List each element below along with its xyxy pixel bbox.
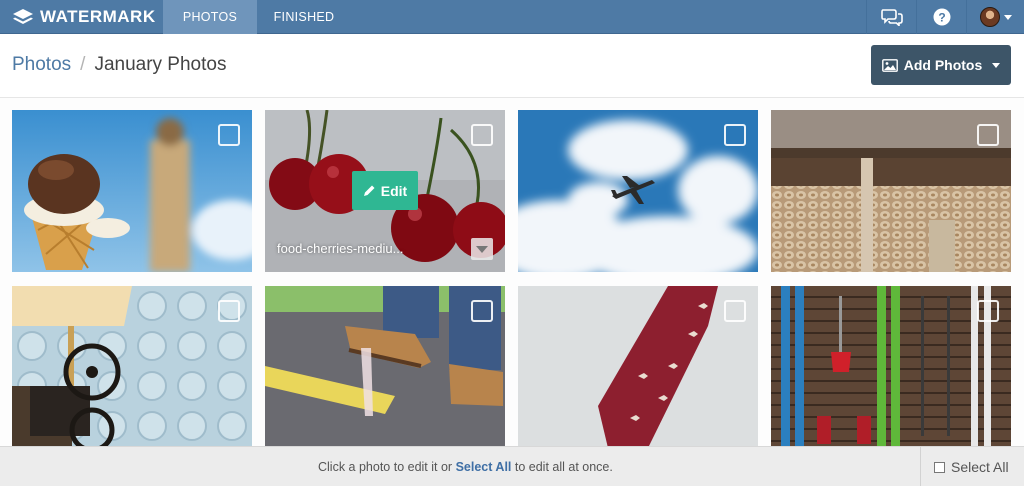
help-icon: ? [933,8,950,26]
edit-button[interactable]: Edit [352,171,418,210]
photo-options-dropdown[interactable] [471,238,493,260]
tab-photos[interactable]: PHOTOS [163,0,257,34]
photo-filename: food-cherries-mediu... [277,241,404,256]
photo-tile-shoe[interactable] [265,286,505,448]
brand-name: WATERMARK [40,7,156,26]
breadcrumb-separator: / [80,54,86,75]
photo-shoe-image [265,286,505,448]
chat-bubbles-icon [880,9,903,26]
help-button[interactable]: ? [916,0,966,34]
photo-projector-image [12,286,252,448]
select-all-link[interactable]: Select All [456,460,512,474]
select-checkbox[interactable] [977,300,999,322]
hint-text-after: to edit all at once. [511,460,613,474]
brand-logo[interactable]: WATERMARK [12,0,156,34]
breadcrumb-photos-link[interactable]: Photos [12,54,71,76]
photo-firewood-image [771,110,1011,272]
select-checkbox[interactable] [218,300,240,322]
svg-text:?: ? [938,11,945,25]
photo-grid: Edit food-cherries-mediu... [0,98,1024,448]
select-checkbox[interactable] [724,124,746,146]
tab-finished[interactable]: FINISHED [257,0,351,34]
photo-tile-projector[interactable] [12,286,252,448]
select-checkbox[interactable] [471,300,493,322]
hint-text-before: Click a photo to edit it or [318,460,456,474]
user-menu[interactable] [966,0,1024,34]
page-title: January Photos [94,54,227,75]
chevron-down-icon [1003,14,1012,20]
add-photos-label: Add Photos [903,57,983,73]
chevron-down-icon [476,245,488,253]
select-checkbox[interactable] [724,300,746,322]
page-header: Photos / January Photos Add Photos [0,34,1024,98]
photo-ice-cream-image [12,110,252,272]
messages-button[interactable] [866,0,916,34]
status-bar: Click a photo to edit it or Select All t… [0,446,1024,486]
photo-necktie-image [518,286,758,448]
top-navbar: WATERMARK PHOTOS FINISHED ? [0,0,1024,34]
select-checkbox[interactable] [977,124,999,146]
layers-logo-icon [13,9,33,24]
select-checkbox[interactable] [218,124,240,146]
select-all-toggle[interactable]: Select All [934,459,1009,475]
photo-tile-necktie[interactable] [518,286,758,448]
add-photos-button[interactable]: Add Photos [871,45,1011,85]
photo-tile-skis[interactable] [771,286,1011,448]
photo-tile-airplane[interactable] [518,110,758,272]
chevron-down-icon [992,62,1001,68]
photo-tile-ice-cream[interactable] [12,110,252,272]
select-all-checkbox[interactable] [934,461,945,473]
select-all-label: Select All [951,459,1009,475]
pencil-icon [363,185,375,196]
select-checkbox[interactable] [471,124,493,146]
instruction-text: Click a photo to edit it or Select All t… [318,460,613,474]
photo-airplane-image [518,110,758,272]
photo-tile-cherries[interactable]: Edit food-cherries-mediu... [265,110,505,272]
edit-label: Edit [380,182,408,199]
image-icon [881,58,898,72]
avatar [979,7,1000,27]
photo-skis-image [771,286,1011,448]
breadcrumb: Photos / January Photos [12,54,226,76]
divider [920,447,921,486]
photo-tile-firewood[interactable] [771,110,1011,272]
